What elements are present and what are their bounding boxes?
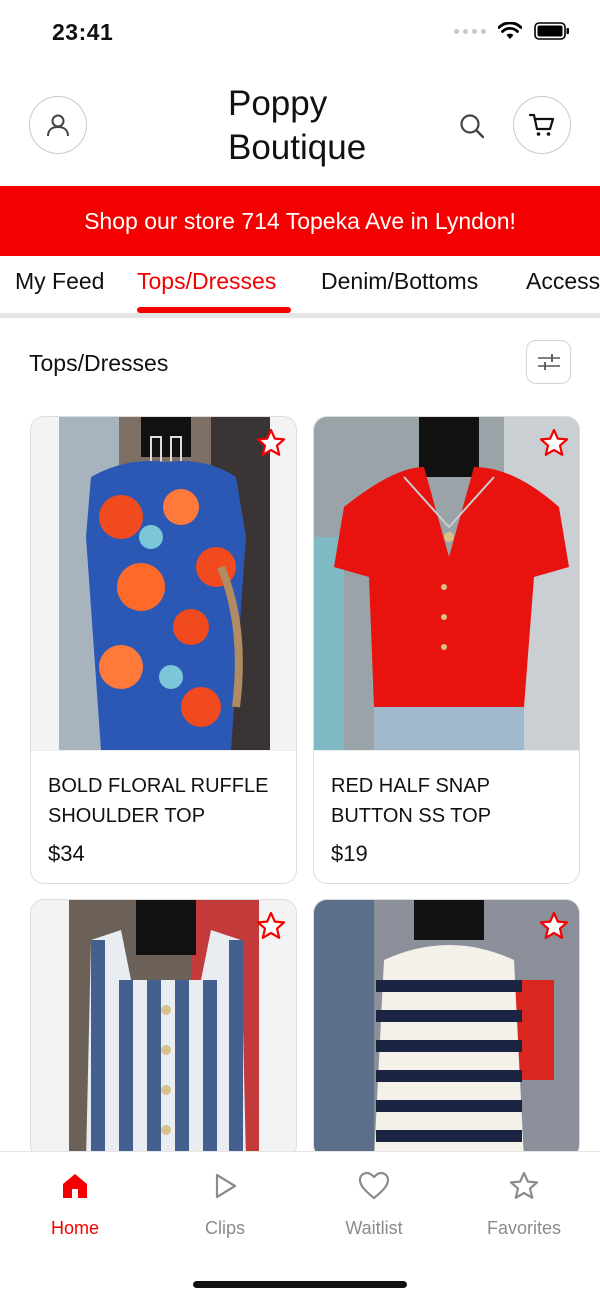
category-tabs: My Feed Tops/Dresses Denim/Bottoms Acces… bbox=[0, 256, 600, 318]
app-header: Poppy Boutique bbox=[0, 66, 600, 186]
product-name[interactable]: RED HALF SNAP BUTTON SS TOP bbox=[331, 771, 566, 831]
play-icon bbox=[215, 1173, 237, 1199]
search-button[interactable] bbox=[455, 109, 489, 143]
nav-waitlist[interactable]: Waitlist bbox=[314, 1168, 434, 1239]
nav-waitlist-label: Waitlist bbox=[345, 1218, 403, 1238]
promo-banner[interactable]: Shop our store 714 Topeka Ave in Lyndon! bbox=[0, 186, 600, 256]
section-title: Tops/Dresses bbox=[29, 350, 169, 376]
active-tab-indicator bbox=[137, 307, 291, 313]
tab-tops-dresses[interactable]: Tops/Dresses bbox=[137, 268, 276, 295]
brand-title: Poppy Boutique bbox=[228, 82, 366, 170]
product-image[interactable] bbox=[31, 417, 296, 750]
nav-favorites-label: Favorites bbox=[486, 1218, 562, 1238]
brand-line-2: Boutique bbox=[228, 128, 367, 167]
nav-clips[interactable]: Clips bbox=[165, 1168, 285, 1239]
product-card[interactable] bbox=[313, 899, 580, 1159]
nav-home-label: Home bbox=[50, 1218, 99, 1238]
filter-icon bbox=[537, 354, 560, 370]
favorite-star-icon[interactable] bbox=[538, 427, 570, 459]
nav-clips-label: Clips bbox=[204, 1218, 245, 1238]
brand-line-1: Poppy bbox=[228, 84, 328, 123]
product-info: RED HALF SNAP BUTTON SS TOP $19 bbox=[314, 750, 579, 866]
tab-my-feed[interactable]: My Feed bbox=[15, 268, 104, 295]
tab-accessories[interactable]: Access bbox=[526, 268, 600, 295]
product-image[interactable] bbox=[314, 417, 579, 750]
favorite-star-icon[interactable] bbox=[255, 427, 287, 459]
home-icon bbox=[63, 1174, 87, 1198]
heart-icon bbox=[358, 1171, 390, 1200]
product-name[interactable]: BOLD FLORAL RUFFLE SHOULDER TOP bbox=[48, 771, 283, 831]
wifi-icon bbox=[498, 22, 522, 39]
status-time: 23:41 bbox=[52, 19, 114, 45]
nav-home[interactable]: Home bbox=[15, 1168, 135, 1239]
favorite-star-icon[interactable] bbox=[255, 910, 287, 942]
favorite-star-icon[interactable] bbox=[538, 910, 570, 942]
signal-icon bbox=[454, 28, 486, 34]
cart-icon bbox=[528, 113, 555, 136]
status-icons bbox=[454, 22, 570, 40]
star-icon bbox=[509, 1171, 539, 1199]
product-card[interactable]: BOLD FLORAL RUFFLE SHOULDER TOP $34 bbox=[30, 416, 297, 884]
product-price: $34 bbox=[48, 841, 85, 866]
search-icon bbox=[460, 114, 485, 139]
filter-button[interactable] bbox=[526, 340, 571, 384]
nav-favorites[interactable]: Favorites bbox=[464, 1168, 584, 1239]
product-info: BOLD FLORAL RUFFLE SHOULDER TOP $34 bbox=[31, 750, 296, 866]
battery-icon bbox=[534, 22, 569, 40]
cart-button[interactable] bbox=[513, 96, 571, 154]
promo-text: Shop our store 714 Topeka Ave in Lyndon! bbox=[84, 207, 516, 234]
profile-icon bbox=[47, 114, 69, 137]
home-indicator[interactable] bbox=[193, 1281, 407, 1288]
profile-button[interactable] bbox=[29, 96, 87, 154]
product-card[interactable]: RED HALF SNAP BUTTON SS TOP $19 bbox=[313, 416, 580, 884]
tab-denim-bottoms[interactable]: Denim/Bottoms bbox=[321, 268, 478, 295]
bottom-nav: Home Clips Waitlist Favorites bbox=[0, 1151, 600, 1299]
product-card[interactable] bbox=[30, 899, 297, 1159]
product-price: $19 bbox=[331, 841, 368, 866]
status-bar: 23:41 bbox=[0, 0, 600, 66]
